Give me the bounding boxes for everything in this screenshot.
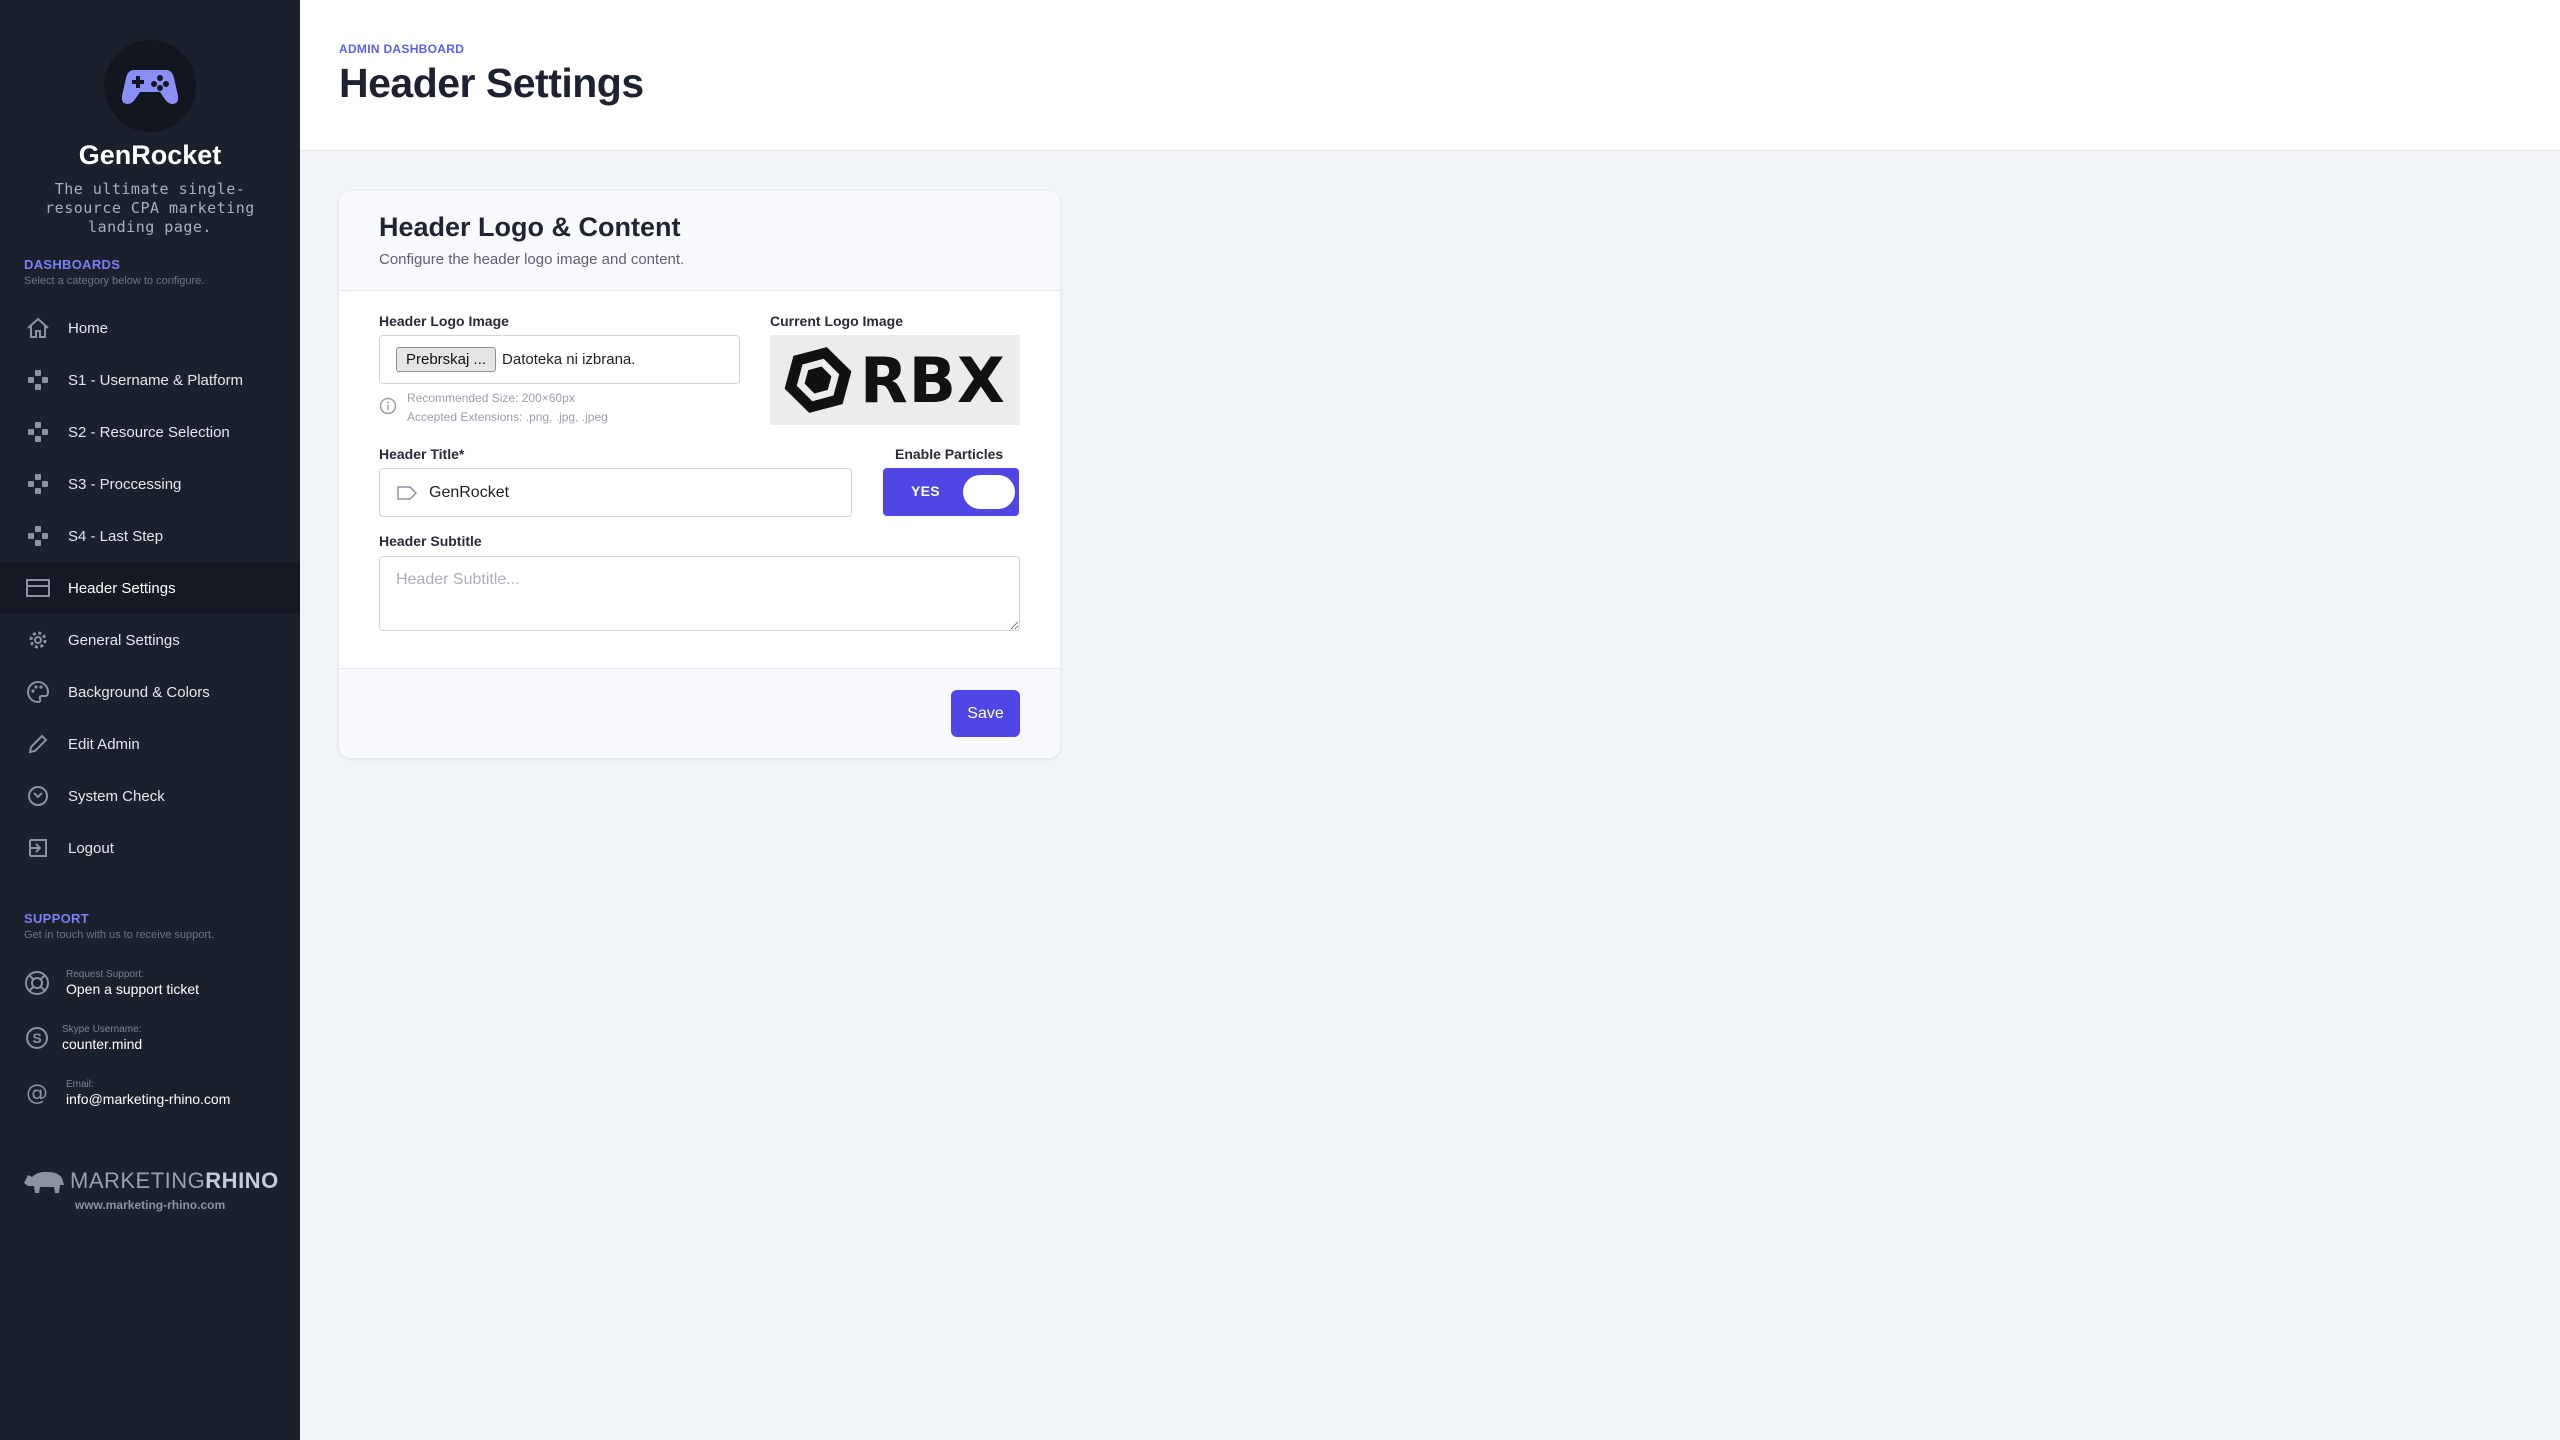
support-caption: Request Support: — [66, 969, 144, 980]
brand-description: The ultimate single-resource CPA marketi… — [45, 180, 255, 236]
sidebar-item-logout[interactable]: Logout — [0, 822, 300, 874]
lifebuoy-icon — [22, 968, 52, 998]
browse-button[interactable]: Prebrskaj ... — [396, 347, 497, 372]
current-logo-image: RBX — [770, 335, 1020, 425]
brand-logo — [104, 40, 196, 132]
support-value: counter.mind — [62, 1036, 143, 1052]
logout-icon — [24, 834, 52, 862]
brand-name: GenRocket — [78, 140, 222, 170]
sidebar-item-s1[interactable]: S1 - Username & Platform — [0, 354, 300, 406]
enable-particles-label: Enable Particles — [895, 446, 1004, 462]
hint-size: Recommended Size: 200×60px — [407, 391, 575, 405]
sidebar-item-home[interactable]: Home — [0, 302, 300, 354]
sidebar-item-general-settings[interactable]: General Settings — [0, 614, 300, 666]
card-title: Header Logo & Content — [379, 212, 681, 242]
svg-text:@: @ — [26, 1081, 48, 1106]
sidebar-item-label: S4 - Last Step — [68, 527, 164, 545]
support-caption: Skype Username: — [62, 1024, 142, 1035]
info-icon — [379, 397, 397, 415]
sidebar-item-label: Header Settings — [68, 579, 176, 597]
sidebar-item-label: Background & Colors — [68, 683, 210, 701]
sidebar-item-label: Logout — [68, 839, 114, 857]
support-ticket-link[interactable]: Request Support: Open a support ticket — [22, 961, 292, 1005]
current-logo-label: Current Logo Image — [770, 313, 904, 329]
at-icon: @ — [22, 1078, 52, 1108]
header-logo-card: Header Logo & Content Configure the head… — [339, 191, 1060, 758]
sidebar-item-label: S2 - Resource Selection — [68, 423, 230, 441]
sidebar-item-label: Edit Admin — [68, 735, 140, 753]
sidebar-item-label: S1 - Username & Platform — [68, 371, 244, 389]
sidebar: GenRocket The ultimate single-resource C… — [0, 0, 300, 1440]
header-title-input[interactable] — [429, 483, 829, 502]
header-subtitle-textarea[interactable] — [379, 556, 1020, 631]
sidebar-item-system-check[interactable]: System Check — [0, 770, 300, 822]
support-section-title: SUPPORT — [24, 911, 89, 926]
sidebar-item-s3[interactable]: S3 - Proccessing — [0, 458, 300, 510]
sidebar-item-s2[interactable]: S2 - Resource Selection — [0, 406, 300, 458]
sidebar-item-s4[interactable]: S4 - Last Step — [0, 510, 300, 562]
page-header: ADMIN DASHBOARD Header Settings — [300, 0, 2560, 151]
logo-file-input[interactable]: Prebrskaj ... Datoteka ni izbrana. — [379, 335, 740, 384]
toggle-knob — [963, 475, 1015, 509]
footer-logo-bold: RHINO — [205, 1168, 279, 1193]
dashboards-section-title: DASHBOARDS — [24, 257, 121, 272]
sidebar-item-label: System Check — [68, 787, 165, 805]
system-check-icon — [24, 782, 52, 810]
header-title-label: Header Title* — [379, 446, 465, 462]
support-caption: Email: — [66, 1079, 94, 1090]
gamepad-icon — [24, 418, 52, 446]
sidebar-item-edit-admin[interactable]: Edit Admin — [0, 718, 300, 770]
sidebar-item-header-settings[interactable]: Header Settings — [0, 562, 300, 614]
sidebar-item-background-colors[interactable]: Background & Colors — [0, 666, 300, 718]
footer-url[interactable]: www.marketing-rhino.com — [0, 1198, 300, 1212]
palette-icon — [24, 678, 52, 706]
skype-icon: S — [22, 1023, 52, 1053]
support-value: info@marketing-rhino.com — [66, 1091, 231, 1107]
home-icon — [24, 314, 52, 342]
page-title: Header Settings — [339, 60, 644, 106]
file-status: Datoteka ni izbrana. — [502, 351, 636, 368]
pencil-icon — [24, 730, 52, 758]
marketing-rhino-logo: MARKETINGRHINO — [22, 1166, 282, 1196]
sidebar-item-label: S3 - Proccessing — [68, 475, 182, 493]
tag-icon — [397, 485, 417, 500]
header-title-field[interactable] — [379, 468, 852, 517]
gamepad-icon — [24, 366, 52, 394]
svg-text:S: S — [32, 1030, 41, 1046]
header-icon — [24, 574, 52, 602]
sidebar-item-label: General Settings — [68, 631, 180, 649]
footer-logo-light: MARKETING — [70, 1168, 206, 1193]
logo-image-label: Header Logo Image — [379, 313, 509, 329]
support-value: Open a support ticket — [66, 981, 200, 997]
breadcrumb[interactable]: ADMIN DASHBOARD — [339, 42, 464, 56]
gamepad-icon — [24, 522, 52, 550]
rbx-logo-icon — [784, 347, 852, 413]
card-header: Header Logo & Content Configure the head… — [339, 191, 1060, 291]
save-button[interactable]: Save — [951, 690, 1020, 737]
skype-contact[interactable]: S Skype Username: counter.mind — [22, 1016, 292, 1060]
gear-icon — [24, 626, 52, 654]
rhino-icon — [24, 1171, 64, 1193]
enable-particles-toggle[interactable]: YES — [883, 468, 1019, 516]
header-subtitle-label: Header Subtitle — [379, 533, 482, 549]
toggle-state-label: YES — [911, 483, 940, 499]
hint-extensions: Accepted Extensions: .png, .jpg, .jpeg — [407, 410, 608, 424]
gamepad-icon — [24, 470, 52, 498]
dashboards-section-subtitle: Select a category below to configure. — [24, 275, 205, 287]
card-subtitle: Configure the header logo image and cont… — [379, 251, 685, 268]
support-section-subtitle: Get in touch with us to receive support. — [24, 929, 215, 941]
sidebar-item-label: Home — [68, 319, 109, 337]
current-logo-text: RBX — [860, 343, 1006, 417]
email-contact[interactable]: @ Email: info@marketing-rhino.com — [22, 1071, 292, 1115]
gamepad-icon — [121, 70, 179, 104]
